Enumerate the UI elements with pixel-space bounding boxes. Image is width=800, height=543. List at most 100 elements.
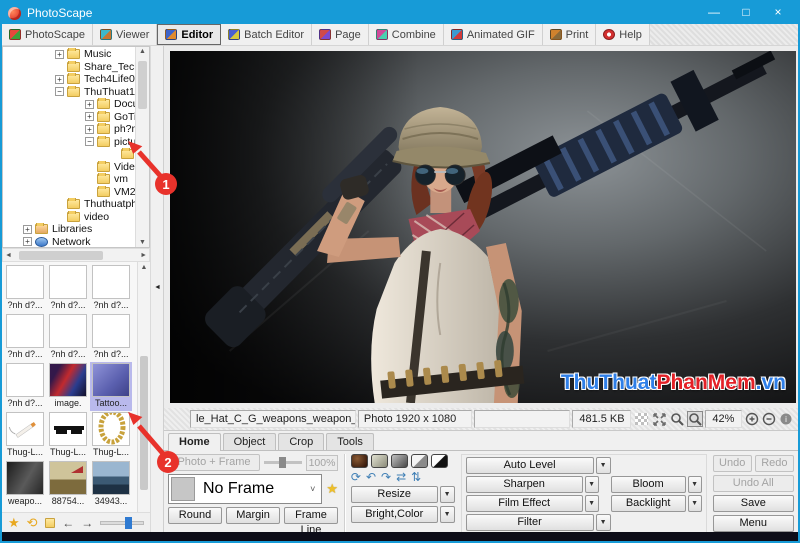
- thumbnail-vertical-scrollbar[interactable]: ▲: [137, 262, 150, 512]
- toolbar-photoscape[interactable]: PhotoScape: [2, 24, 93, 45]
- minimize-button[interactable]: —: [700, 4, 728, 22]
- auto-level-dropdown-icon[interactable]: ▼: [596, 457, 611, 474]
- favorites-star-icon[interactable]: ★: [8, 516, 20, 529]
- expand-icon[interactable]: +: [23, 225, 32, 234]
- auto-level-button[interactable]: Auto Level: [466, 457, 594, 474]
- collapse-panel-icon[interactable]: ◄: [154, 284, 161, 291]
- scroll-up-icon[interactable]: ▲: [136, 48, 149, 55]
- panel-splitter[interactable]: ◄: [150, 46, 164, 532]
- tree-item-video2[interactable]: video: [3, 211, 135, 224]
- zoom-in-icon[interactable]: [744, 411, 759, 427]
- expand-icon[interactable]: +: [55, 50, 64, 59]
- scroll-left-icon[interactable]: ◄: [5, 252, 12, 259]
- tree-item-libraries[interactable]: +Libraries: [3, 223, 135, 236]
- frame-select-dropdown[interactable]: No Frame˅: [168, 474, 322, 504]
- bloom-dropdown-icon[interactable]: ▼: [688, 476, 702, 493]
- thumbnail-item[interactable]: image.: [47, 362, 89, 411]
- open-folder-icon[interactable]: [45, 518, 56, 528]
- tree-item-vm[interactable]: vm: [3, 173, 135, 186]
- slider-thumb[interactable]: [125, 517, 132, 529]
- margin-button[interactable]: Margin: [226, 507, 280, 524]
- refresh-icon[interactable]: ⟲: [27, 516, 38, 529]
- thumbnail-item[interactable]: ?nh d?...: [4, 313, 46, 362]
- info-icon[interactable]: i: [779, 411, 794, 427]
- flip-vertical-icon[interactable]: ⇅: [411, 471, 421, 483]
- forward-icon[interactable]: →: [81, 517, 93, 529]
- toolbar-viewer[interactable]: Viewer: [93, 24, 157, 45]
- fit-window-icon[interactable]: [652, 411, 667, 427]
- tab-home[interactable]: Home: [168, 433, 221, 451]
- thumbnail-item[interactable]: Thug-L...: [90, 411, 132, 460]
- film-effect-dropdown-icon[interactable]: ▼: [585, 495, 599, 512]
- toolbar-combine[interactable]: Combine: [369, 24, 444, 45]
- thumbnail-item[interactable]: 88754...: [47, 460, 89, 509]
- scrollbar-thumb[interactable]: [138, 61, 147, 109]
- tree-item-picture[interactable]: −picture: [3, 136, 135, 149]
- scroll-up-icon[interactable]: ▲: [138, 264, 150, 271]
- filter-swatch-bw[interactable]: [431, 454, 448, 468]
- rotate-right-icon[interactable]: ↷: [381, 471, 391, 483]
- scroll-down-icon[interactable]: ▼: [136, 239, 149, 246]
- backlight-button[interactable]: Backlight: [611, 495, 686, 512]
- tree-item-share-tech[interactable]: Share_Tech: [3, 61, 135, 74]
- flip-horizontal-icon[interactable]: ⇄: [396, 471, 406, 483]
- toolbar-print[interactable]: Print: [543, 24, 597, 45]
- thumbnail-item-selected[interactable]: Tattoo...: [90, 362, 132, 411]
- favorite-frame-star-icon[interactable]: ★: [326, 481, 338, 497]
- undo-all-button[interactable]: Undo All: [713, 475, 794, 492]
- tree-item-phan-mem[interactable]: +ph?n m?: [3, 123, 135, 136]
- sharpen-button[interactable]: Sharpen: [466, 476, 583, 493]
- tree-item-docume[interactable]: +Docume: [3, 98, 135, 111]
- slider-thumb[interactable]: [279, 457, 286, 468]
- tree-vertical-scrollbar[interactable]: ▲ ▼: [135, 47, 149, 247]
- bright-color-button[interactable]: Bright,Color: [351, 506, 438, 523]
- expand-icon[interactable]: +: [23, 237, 32, 246]
- photo-frame-button[interactable]: Photo + Frame: [168, 454, 260, 471]
- thumbnail-item[interactable]: ?nh d?...: [90, 313, 132, 362]
- close-button[interactable]: ×: [764, 4, 792, 22]
- expand-icon[interactable]: +: [55, 75, 64, 84]
- thumbnail-item[interactable]: ?nh d?...: [47, 264, 89, 313]
- maximize-button[interactable]: □: [732, 4, 760, 22]
- tree-item-tech4life[interactable]: +Tech4Life03: [3, 73, 135, 86]
- collapse-icon[interactable]: −: [85, 137, 94, 146]
- resize-button[interactable]: Resize: [351, 486, 438, 503]
- scrollbar-thumb[interactable]: [19, 251, 103, 260]
- frame-line-button[interactable]: Frame Line: [284, 507, 338, 524]
- zoom-actual-size-icon[interactable]: [669, 411, 684, 427]
- rotate-left-icon[interactable]: ↶: [366, 471, 376, 483]
- tree-item-gotieng[interactable]: +GoTieng: [3, 111, 135, 124]
- thumbnail-item[interactable]: Thug-L...: [47, 411, 89, 460]
- filter-swatch-sepia[interactable]: [351, 454, 368, 468]
- resize-dropdown-icon[interactable]: ▼: [440, 486, 455, 503]
- toolbar-page[interactable]: Page: [312, 24, 369, 45]
- tree-item-music[interactable]: +Music: [3, 48, 135, 61]
- expand-icon[interactable]: +: [85, 100, 94, 109]
- toolbar-batch-editor[interactable]: Batch Editor: [221, 24, 312, 45]
- collapse-icon[interactable]: −: [55, 87, 64, 96]
- tree-item-ave[interactable]: Ave: [3, 148, 135, 161]
- save-button[interactable]: Save: [713, 495, 794, 512]
- tree-item-network[interactable]: +Network: [3, 236, 135, 249]
- tree-item-thuthuatph[interactable]: Thuthuatph: [3, 198, 135, 211]
- scrollbar-thumb[interactable]: [140, 356, 148, 490]
- filter-swatch-gradient[interactable]: [411, 454, 428, 468]
- tree-item-thuthuat[interactable]: −ThuThuat11: [3, 86, 135, 99]
- thumbnail-item[interactable]: ?nh d?...: [90, 264, 132, 313]
- bright-color-dropdown-icon[interactable]: ▼: [440, 506, 455, 523]
- thumbnail-item[interactable]: ?nh d?...: [4, 264, 46, 313]
- tree-item-vm2[interactable]: VM2: [3, 186, 135, 199]
- filter-swatch-gray[interactable]: [371, 454, 388, 468]
- tab-tools[interactable]: Tools: [326, 433, 374, 450]
- scroll-right-icon[interactable]: ►: [140, 252, 147, 259]
- redo-button[interactable]: Redo: [755, 455, 794, 472]
- back-icon[interactable]: ←: [62, 517, 74, 529]
- transparency-checker-icon[interactable]: [635, 413, 648, 425]
- rotate-icon[interactable]: ⟳: [351, 471, 361, 483]
- filter-dropdown-icon[interactable]: ▼: [596, 514, 611, 531]
- filter-button[interactable]: Filter: [466, 514, 594, 531]
- thumbnail-size-slider[interactable]: [100, 521, 144, 525]
- expand-icon[interactable]: +: [85, 112, 94, 121]
- thumbnail-item[interactable]: ?nh d?...: [4, 362, 46, 411]
- filter-swatch-dark[interactable]: [391, 454, 408, 468]
